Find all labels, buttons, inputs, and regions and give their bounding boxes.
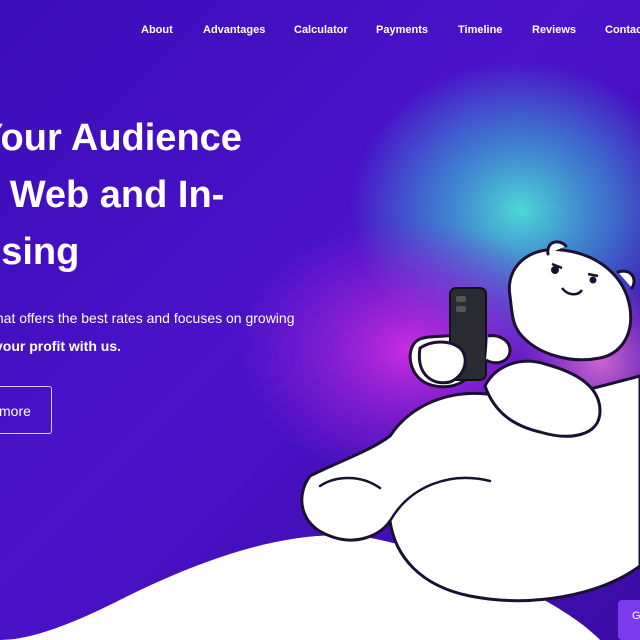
hero-headline-line-3: tising (0, 231, 80, 273)
nav-link-timeline[interactable]: Timeline (458, 24, 502, 36)
nav-link-reviews[interactable]: Reviews (532, 24, 576, 36)
hero-headline: Your Audience e Web and In- tising (0, 110, 242, 281)
nav-link-calculator[interactable]: Calculator (294, 24, 348, 36)
learn-more-label: more (0, 403, 31, 419)
nav-link-about[interactable]: About (141, 24, 173, 36)
hero-subtitle: that offers the best rates and focuses o… (0, 304, 294, 360)
hero-headline-line-2: e Web and In- (0, 174, 225, 216)
chat-widget-label: G (632, 610, 640, 622)
nav-link-payments[interactable]: Payments (376, 24, 428, 36)
nav-link-contacts[interactable]: Contac (605, 24, 640, 36)
chat-widget-button[interactable]: G (618, 600, 640, 640)
learn-more-button[interactable]: more (0, 386, 52, 434)
hero-headline-line-1: Your Audience (0, 117, 242, 159)
hero-subtitle-line-2: your profit with us. (0, 338, 121, 354)
nav-link-advantages[interactable]: Advantages (203, 24, 265, 36)
polar-bear-illustration (300, 240, 640, 603)
top-navigation: About Advantages Calculator Payments Tim… (0, 24, 640, 42)
hero-subtitle-line-1: that offers the best rates and focuses o… (0, 310, 295, 326)
